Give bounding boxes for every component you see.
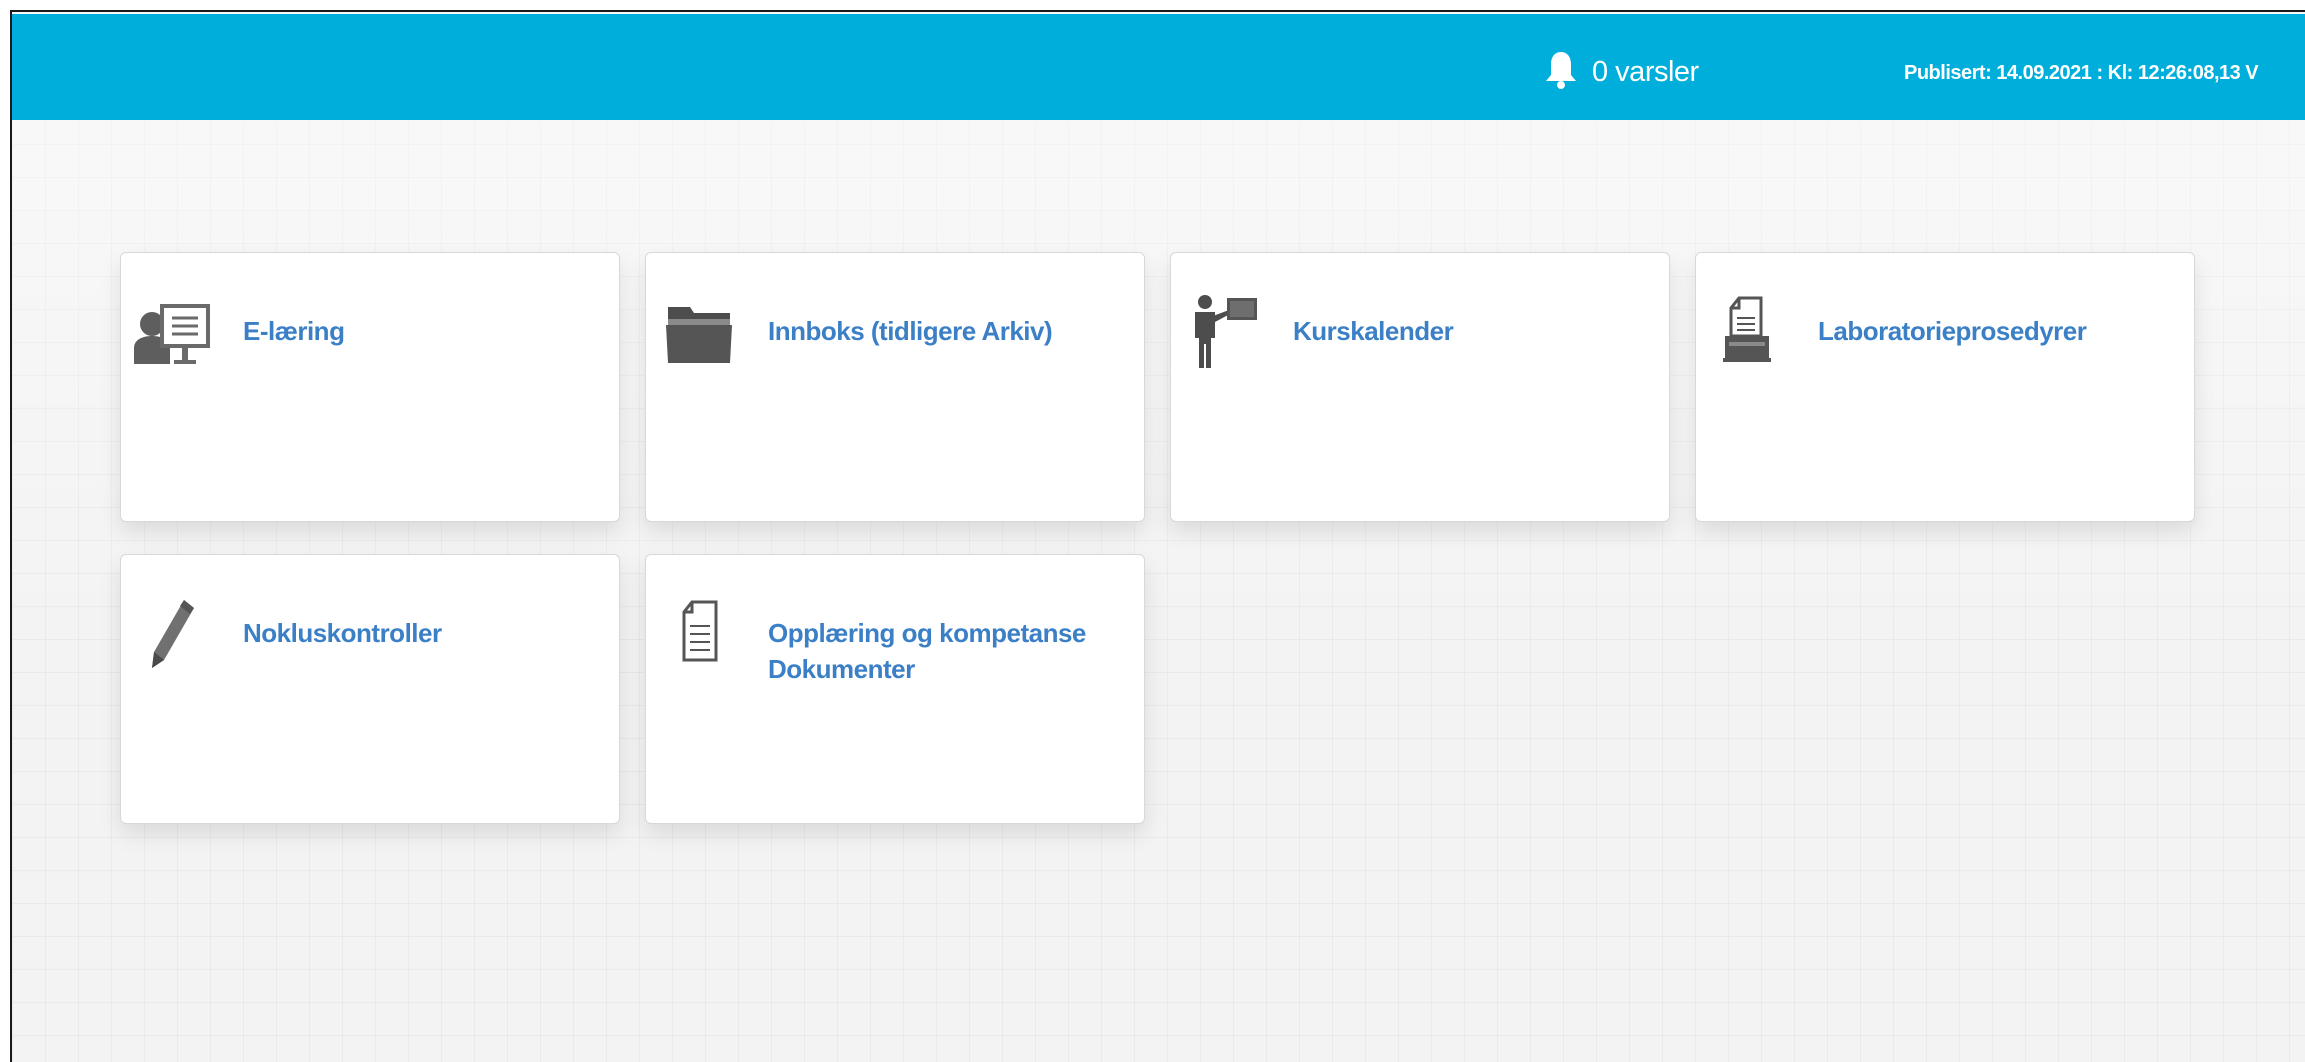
notifications-button[interactable]: 0 varsler: [1544, 50, 1699, 95]
tile-course-calendar[interactable]: Kurskalender: [1170, 252, 1670, 522]
presenter-icon: [1179, 287, 1269, 377]
tile-label: Innboks (tidligere Arkiv): [768, 316, 1053, 346]
tile-label: Laboratorieprosedyrer: [1818, 316, 2087, 346]
document-icon: [654, 589, 744, 679]
pencil-icon: [129, 589, 219, 679]
tile-label: Opplæring og kompetanse Dokumenter: [768, 618, 1086, 684]
tile-label: Nokluskontroller: [243, 618, 442, 648]
folder-icon: [654, 287, 744, 377]
bell-icon: [1544, 50, 1578, 95]
notifications-label: 0 varsler: [1592, 55, 1699, 88]
document-printer-icon: [1704, 287, 1794, 377]
tile-training-documents[interactable]: Opplæring og kompetanse Dokumenter: [645, 554, 1145, 824]
tile-label: Kurskalender: [1293, 316, 1454, 346]
tile-label: E-læring: [243, 316, 345, 346]
tile-e-learning[interactable]: E-læring: [120, 252, 620, 522]
published-timestamp: Publisert: 14.09.2021 : Kl: 12:26:08,13 …: [1904, 62, 2259, 84]
tile-inbox[interactable]: Innboks (tidligere Arkiv): [645, 252, 1145, 522]
top-bar: 0 varsler Publisert: 14.09.2021 : Kl: 12…: [12, 14, 2305, 120]
tile-nokluskontroller[interactable]: Nokluskontroller: [120, 554, 620, 824]
tile-lab-procedures[interactable]: Laboratorieprosedyrer: [1695, 252, 2195, 522]
app-frame: 0 varsler Publisert: 14.09.2021 : Kl: 12…: [10, 10, 2305, 1062]
e-learning-icon: [129, 287, 219, 377]
